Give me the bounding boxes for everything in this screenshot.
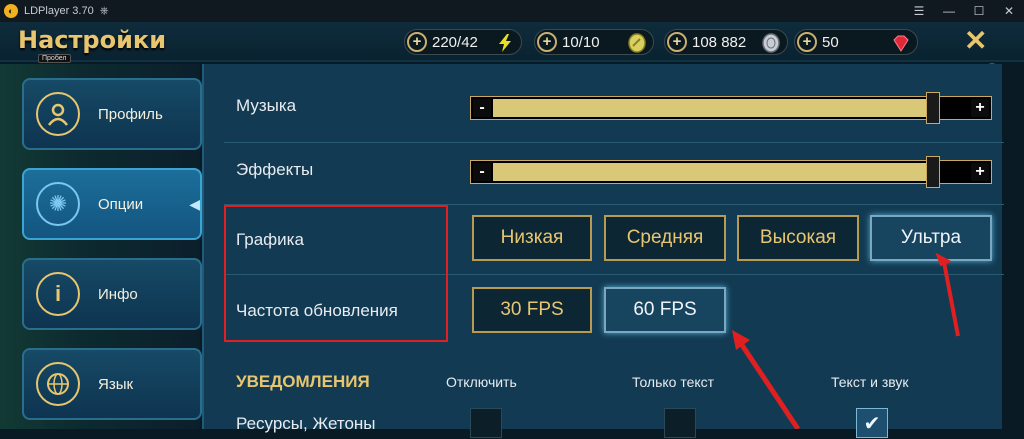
arrow-to-60fps: [732, 330, 801, 429]
annotation-arrows: [732, 252, 960, 429]
arrow-to-ultra: [935, 252, 960, 337]
